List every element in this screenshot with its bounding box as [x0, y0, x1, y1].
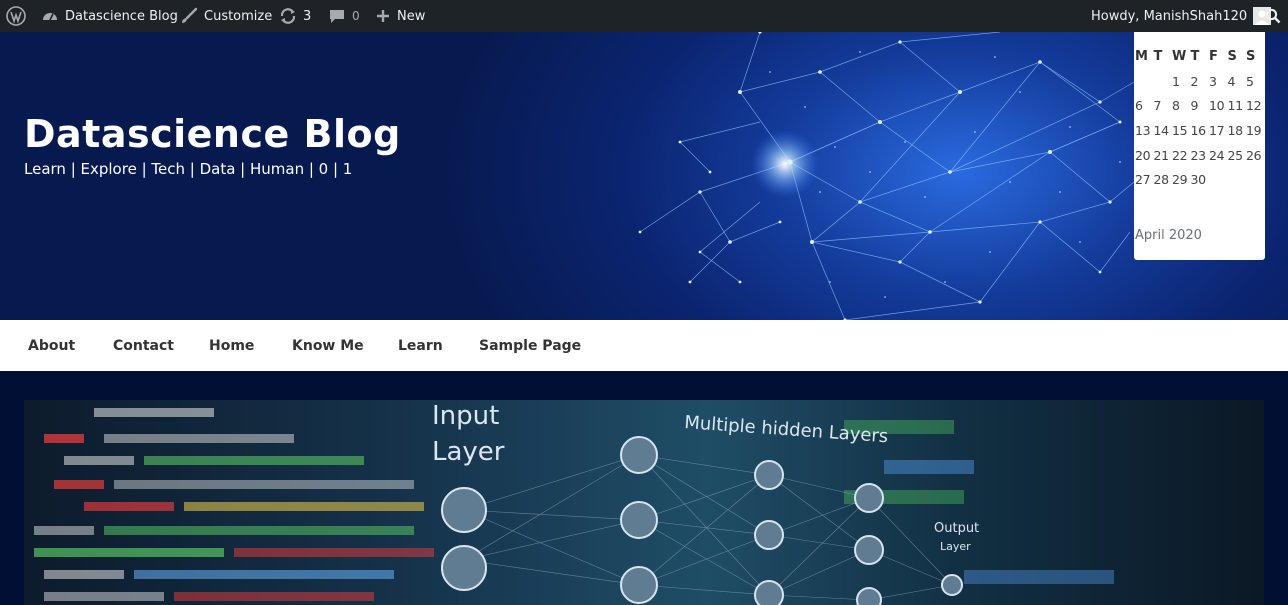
weekday-label: S — [1227, 48, 1237, 64]
updates-count: 3 — [303, 8, 312, 24]
calendar-caption: April 2020 — [1135, 228, 1202, 243]
new-label: New — [397, 8, 426, 24]
calendar-grid: M T W T F S S 1 2 3 4 5 6 7 8 9 10 11 12… — [1135, 44, 1265, 192]
calendar-day: 17 — [1209, 122, 1225, 138]
dashboard-icon — [41, 7, 59, 25]
network-edges — [463, 454, 953, 601]
calendar-day: 30 — [1190, 172, 1207, 188]
calendar-day: 1 — [1172, 73, 1180, 89]
weekday-label: S — [1246, 48, 1256, 64]
calendar-day: 2 — [1190, 73, 1199, 89]
nav-item-know-me[interactable]: Know Me — [292, 320, 364, 371]
calendar-day: 10 — [1209, 98, 1225, 114]
calendar-widget: M T W T F S S 1 2 3 4 5 6 7 8 9 10 11 12… — [1134, 32, 1265, 260]
calendar-week-row: 6 7 8 9 10 11 12 — [1135, 93, 1265, 118]
nav-item-contact[interactable]: Contact — [113, 320, 174, 371]
site-header: Datascience Blog Learn | Explore | Tech … — [0, 32, 1288, 320]
calendar-day: 20 — [1135, 147, 1151, 163]
neural-network-illustration: Input Layer Multiple hidden Layers Outpu… — [34, 401, 1114, 605]
calendar-day: 16 — [1190, 122, 1207, 138]
calendar-day: 14 — [1153, 122, 1170, 138]
calendar-day: 11 — [1227, 98, 1244, 114]
customize-label: Customize — [204, 8, 273, 24]
customize-link[interactable]: Customize — [180, 0, 272, 32]
output-layer-label: Layer — [940, 540, 971, 553]
code-background — [34, 408, 1114, 601]
my-account-menu[interactable]: Howdy, ManishShah120 — [1091, 0, 1272, 32]
comments-link[interactable]: 0 — [328, 0, 360, 32]
calendar-week-row: 1 2 3 4 5 — [1135, 69, 1265, 94]
calendar-day: 24 — [1209, 147, 1225, 163]
calendar-day: 23 — [1190, 147, 1207, 163]
input-layer-label: Layer — [432, 437, 505, 467]
calendar-day: 29 — [1172, 172, 1188, 188]
search-icon — [1265, 8, 1281, 24]
calendar-day: 27 — [1135, 172, 1151, 188]
updates-icon — [279, 7, 297, 25]
calendar-day: 15 — [1172, 122, 1188, 138]
calendar-day: 28 — [1153, 172, 1170, 188]
new-content-menu[interactable]: New — [375, 0, 425, 32]
calendar-day: 19 — [1246, 122, 1262, 138]
calendar-day: 8 — [1172, 98, 1180, 114]
main-content: Input Layer Multiple hidden Layers Outpu… — [0, 371, 1288, 605]
updates-link[interactable]: 3 — [279, 0, 311, 32]
calendar-day: 3 — [1209, 73, 1217, 89]
hidden-layers-label: Multiple hidden Layers — [684, 412, 889, 447]
nav-item-learn[interactable]: Learn — [398, 320, 443, 371]
site-title[interactable]: Datascience Blog — [24, 112, 401, 156]
comments-count: 0 — [352, 9, 360, 23]
calendar-week-row: 13 14 15 16 17 18 19 — [1135, 118, 1265, 143]
calendar-day: 4 — [1227, 73, 1236, 89]
calendar-day: 13 — [1135, 122, 1151, 138]
weekday-label: T — [1190, 48, 1200, 64]
calendar-week-row: 20 21 22 23 24 25 26 — [1135, 143, 1265, 168]
nav-item-sample-page[interactable]: Sample Page — [479, 320, 581, 371]
calendar-week-row: 27 28 29 30 — [1135, 167, 1265, 192]
site-name-label: Datascience Blog — [65, 8, 178, 24]
calendar-day: 7 — [1153, 98, 1162, 114]
primary-navigation: About Contact Home Know Me Learn Sample … — [0, 320, 1288, 371]
calendar-weekday-row: M T W T F S S — [1135, 44, 1265, 69]
weekday-label: W — [1172, 48, 1187, 64]
input-label: Input — [432, 401, 499, 431]
calendar-day: 22 — [1172, 147, 1188, 163]
admin-bar: Datascience Blog Customize 3 0 New Howdy… — [0, 0, 1288, 32]
weekday-label: M — [1135, 48, 1148, 64]
wordpress-logo-icon — [6, 6, 26, 26]
calendar-day: 9 — [1190, 98, 1199, 114]
calendar-day: 21 — [1153, 147, 1170, 163]
calendar-day: 26 — [1246, 147, 1262, 163]
plus-icon — [375, 8, 391, 24]
site-tagline: Learn | Explore | Tech | Data | Human | … — [24, 160, 353, 178]
output-label: Output — [934, 521, 979, 536]
brush-icon — [180, 7, 198, 25]
howdy-label: Howdy, ManishShah120 — [1091, 8, 1248, 24]
nav-item-home[interactable]: Home — [209, 320, 254, 371]
site-name-menu[interactable]: Datascience Blog — [41, 0, 178, 32]
featured-image[interactable]: Input Layer Multiple hidden Layers Outpu… — [24, 400, 1264, 605]
nav-item-about[interactable]: About — [28, 320, 75, 371]
weekday-label: T — [1153, 48, 1163, 64]
calendar-day: 18 — [1227, 122, 1244, 138]
search-toggle[interactable] — [1265, 0, 1281, 32]
calendar-day: 5 — [1246, 73, 1254, 89]
wordpress-menu[interactable] — [6, 0, 26, 32]
weekday-label: F — [1209, 48, 1218, 64]
calendar-day: 6 — [1135, 98, 1143, 114]
comment-icon — [328, 7, 346, 25]
calendar-day: 12 — [1246, 98, 1262, 114]
calendar-day: 25 — [1227, 147, 1244, 163]
